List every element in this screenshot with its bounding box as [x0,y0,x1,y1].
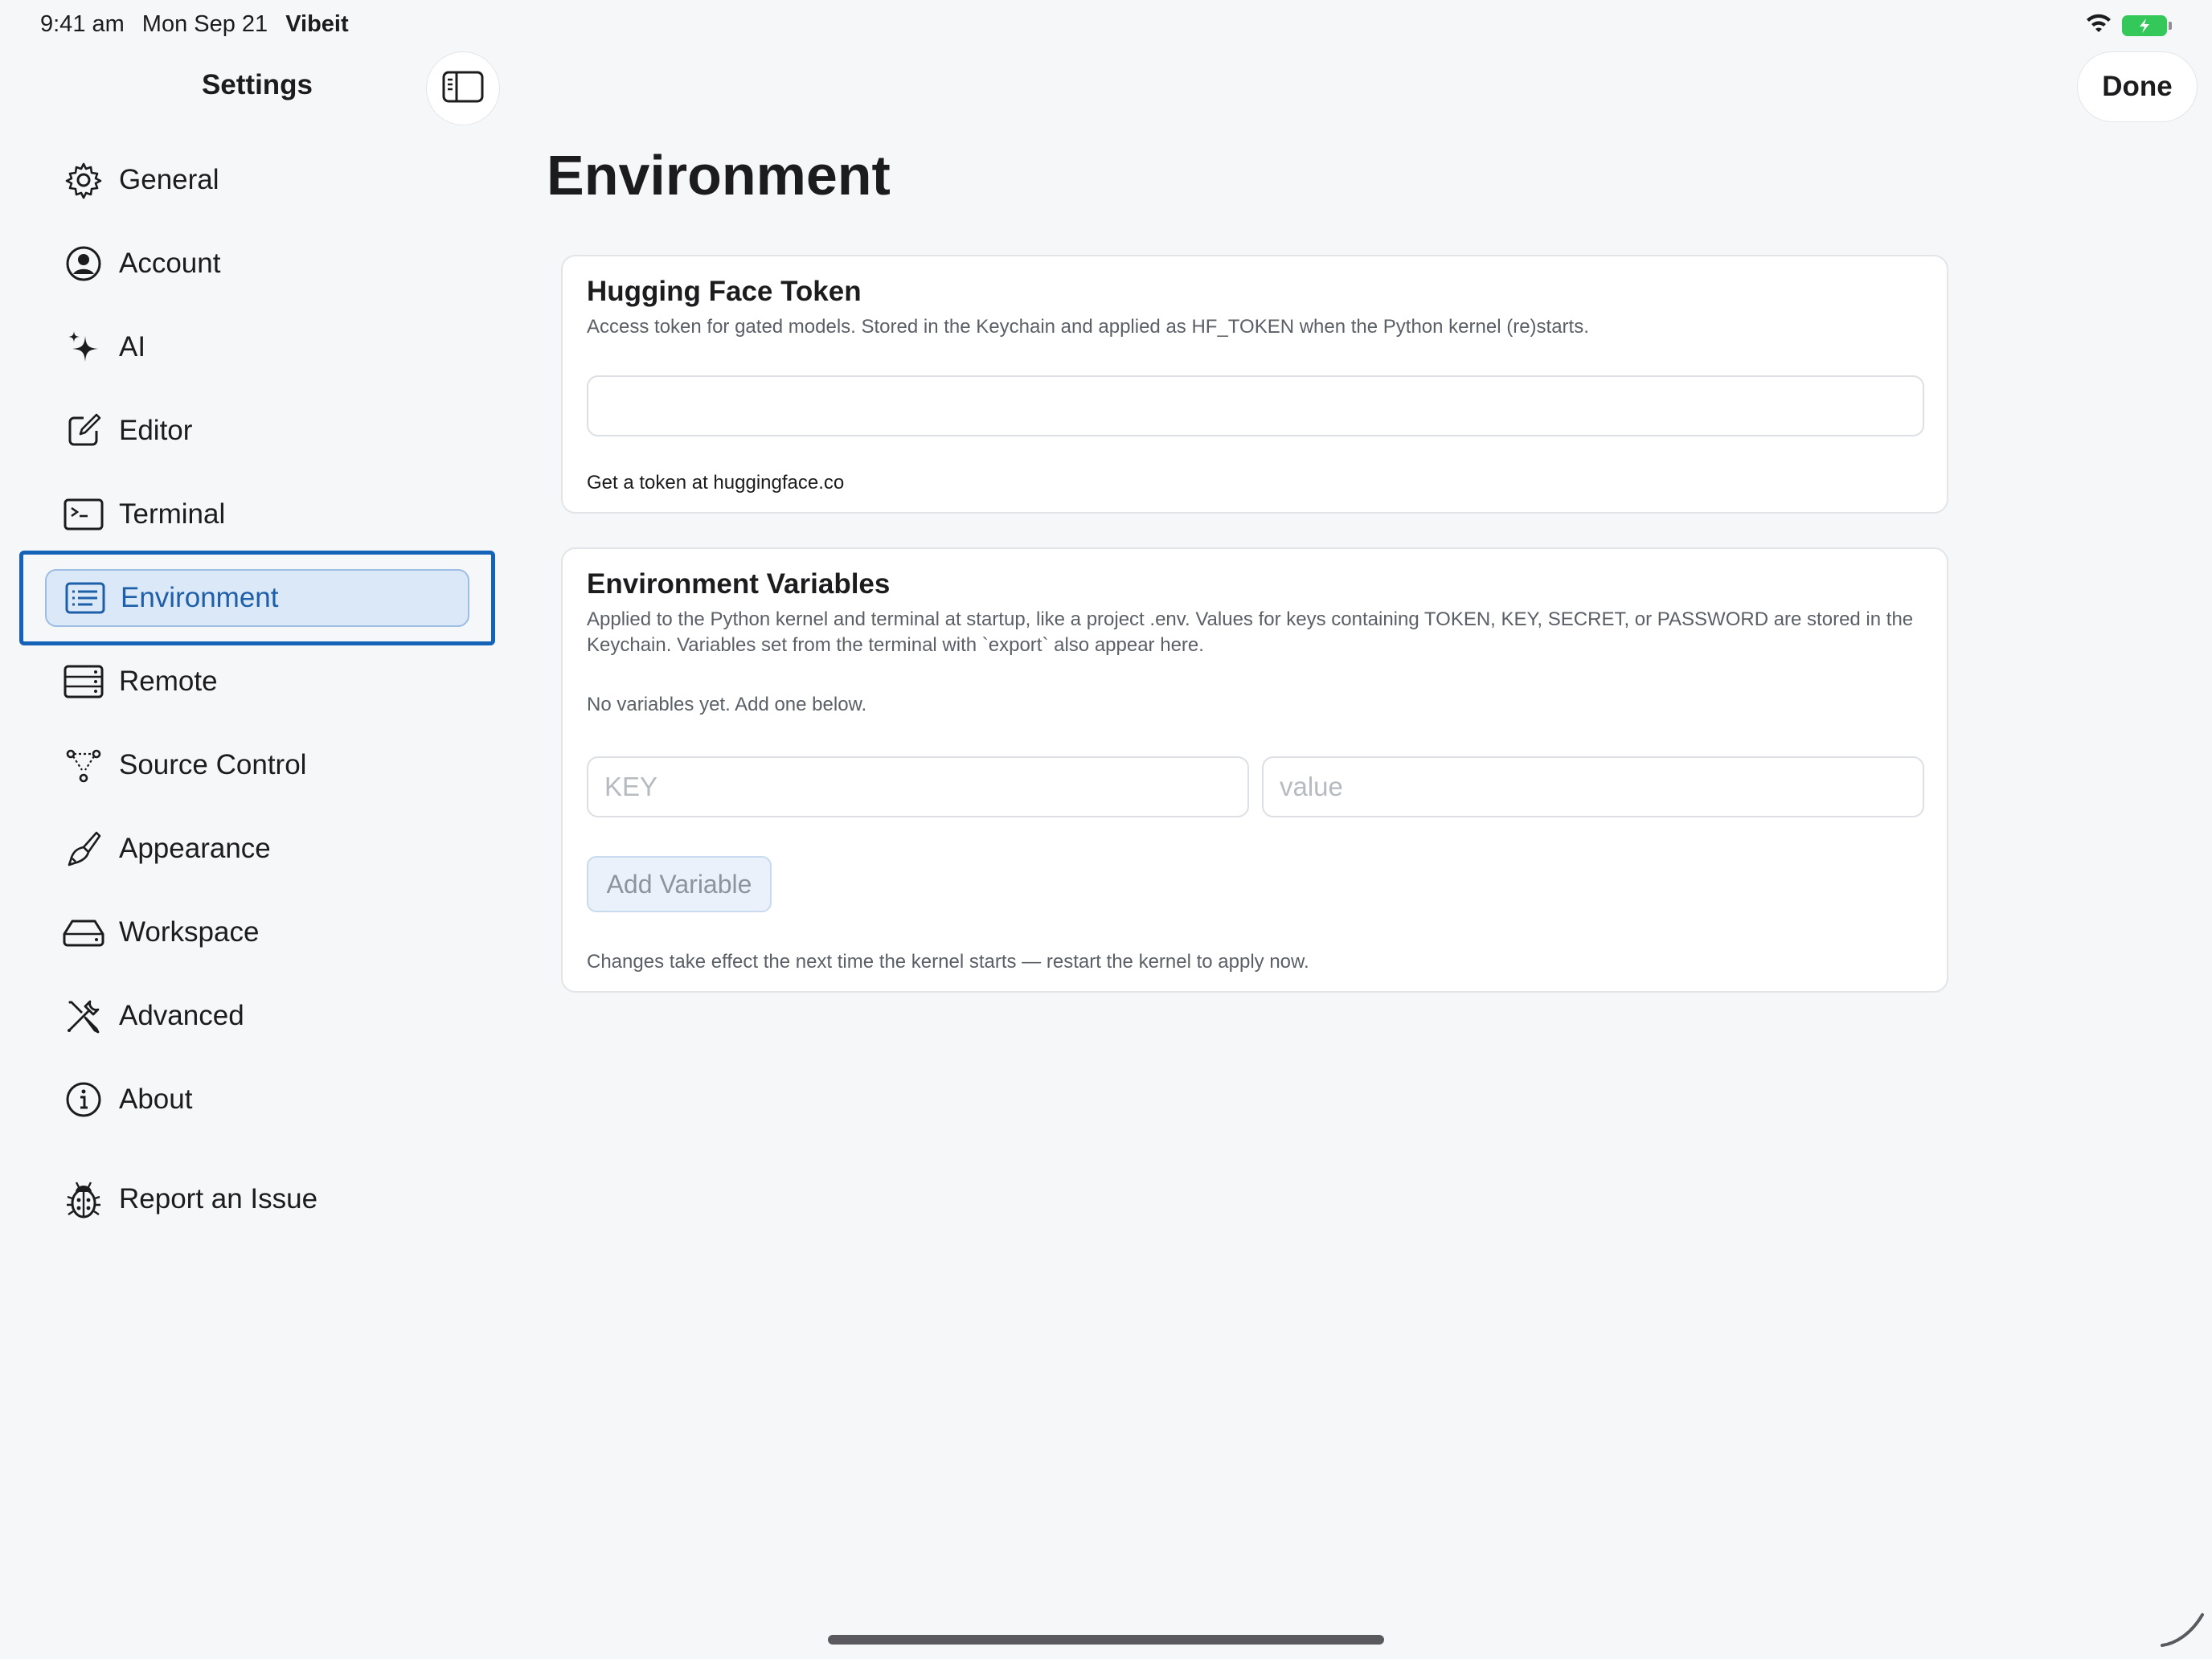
sidebar-item-label: Advanced [119,1000,244,1031]
sidebar-item-environment[interactable]: Environment [45,569,469,627]
gear-icon [61,158,106,203]
sidebar-item-account[interactable]: Account [61,236,479,292]
info-circle-icon [61,1077,106,1122]
hf-token-description: Access token for gated models. Stored in… [587,316,1589,338]
status-right [2085,13,2172,38]
sidebar-item-label: Environment [121,582,279,613]
wrench-screwdriver-icon [61,993,106,1038]
add-variable-button[interactable]: Add Variable [587,856,772,912]
sidebar-item-general[interactable]: General [61,152,479,208]
sidebar-item-label: General [119,164,219,195]
status-bar: 9:41 am Mon Sep 21 Vibeit [0,0,2212,51]
branch-icon [61,743,106,788]
env-vars-title: Environment Variables [587,568,891,600]
sidebar-item-label: Remote [119,666,218,697]
sidebar-item-label: About [119,1083,193,1115]
sidebar-toggle-button[interactable] [426,51,500,125]
person-circle-icon [61,241,106,286]
sidebar-item-label: Source Control [119,749,307,780]
sidebar-title: Settings [201,69,313,100]
sidebar-item-label: AI [119,331,146,363]
status-app-name: Vibeit [285,11,349,37]
sidebar-item-remote[interactable]: Remote [61,653,479,710]
sidebar-item-appearance[interactable]: Appearance [61,821,479,877]
pencil-hover-indicator [2159,1612,2207,1653]
sidebar-item-advanced[interactable]: Advanced [61,988,479,1044]
sidebar-item-workspace[interactable]: Workspace [61,904,479,961]
sidebar-item-editor[interactable]: Editor [61,403,479,459]
list-rectangle-icon [63,576,108,621]
sidebar-item-label: Editor [119,415,193,446]
hf-token-card: Hugging Face Token Access token for gate… [561,255,1948,514]
hf-token-title: Hugging Face Token [587,276,862,307]
sparkles-icon [61,325,106,370]
status-time: 9:41 am [40,11,125,37]
env-vars-card: Environment Variables Applied to the Pyt… [561,547,1948,993]
home-indicator [828,1635,1384,1645]
wifi-icon [2085,13,2112,38]
env-vars-footer: Changes take effect the next time the ke… [587,951,1309,973]
sidebar-item-terminal[interactable]: Terminal [61,486,479,543]
sidebar-item-label: Report an Issue [119,1183,318,1215]
sidebar-item-label: Workspace [119,916,260,948]
paintbrush-icon [61,826,106,871]
env-value-input[interactable] [1262,756,1924,817]
square-pencil-icon [61,408,106,453]
battery-icon [2122,14,2172,36]
sidebar-item-label: Terminal [119,498,226,530]
env-key-input[interactable] [587,756,1249,817]
sidebar-item-label: Appearance [119,833,271,864]
status-date: Mon Sep 21 [141,11,268,37]
drive-icon [61,910,106,955]
env-vars-empty-text: No variables yet. Add one below. [587,694,867,715]
ladybug-icon [61,1177,106,1222]
terminal-icon [61,492,106,537]
sidebar-item-report-issue[interactable]: Report an Issue [61,1171,479,1227]
sidebar-item-about[interactable]: About [61,1071,479,1128]
sidebar-item-label: Account [119,248,221,279]
sidebar-left-icon [442,71,484,107]
sidebar-item-ai[interactable]: AI [61,319,479,375]
hf-token-link[interactable]: Get a token at huggingface.co [587,472,844,494]
page-title: Environment [547,144,891,207]
done-button[interactable]: Done [2077,51,2198,122]
status-left: 9:41 am Mon Sep 21 Vibeit [40,11,349,38]
sidebar-item-source-control[interactable]: Source Control [61,737,479,793]
hf-token-input[interactable] [587,375,1924,436]
env-vars-description: Applied to the Python kernel and termina… [587,608,1914,656]
server-rack-icon [61,659,106,704]
